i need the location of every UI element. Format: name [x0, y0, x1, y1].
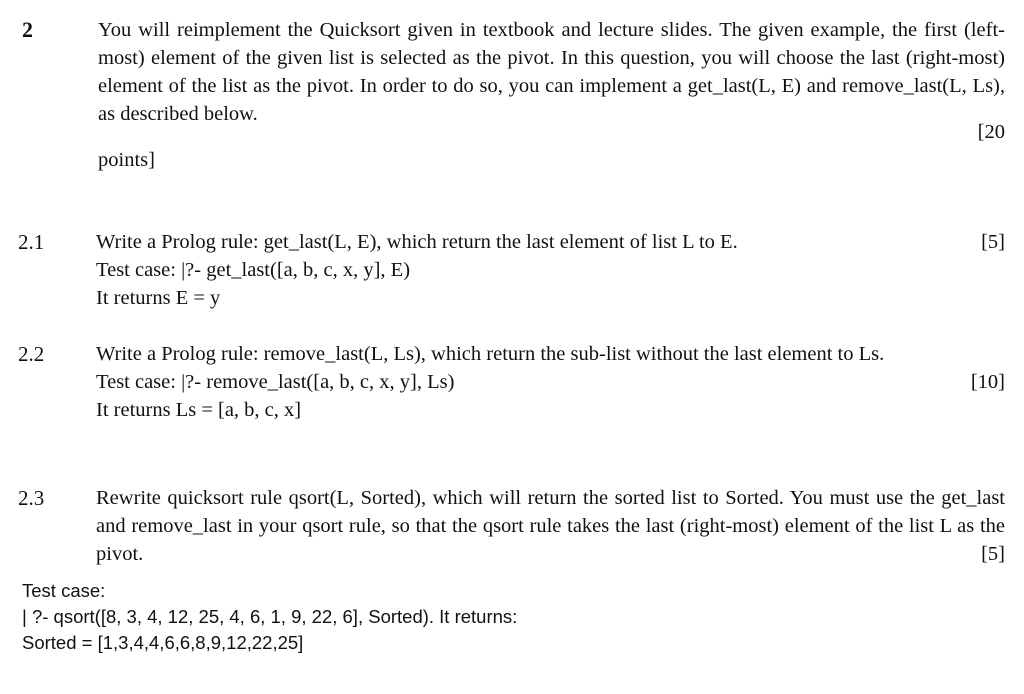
final-test-case-query: | ?- qsort([8, 3, 4, 12, 25, 4, 6, 1, 9,… — [22, 606, 518, 627]
question-2-1-prompt: Write a Prolog rule: get_last(L, E), whi… — [96, 231, 738, 253]
question-number-2-2: 2.2 — [18, 342, 45, 366]
final-test-case-result: Sorted = [1,3,4,4,6,6,8,9,12,22,25] — [22, 632, 304, 653]
question-2-body: You will reimplement the Quicksort given… — [98, 16, 1005, 128]
question-block-2-3: 2.3 Rewrite quicksort rule qsort(L, Sort… — [18, 484, 1005, 568]
question-number-2-1: 2.1 — [18, 230, 45, 254]
question-block-2-1: 2.1 Write a Prolog rule: get_last(L, E),… — [18, 228, 1005, 312]
question-2-2-prompt: Write a Prolog rule: remove_last(L, Ls),… — [96, 343, 885, 365]
question-2-points-continuation: points] — [98, 149, 155, 171]
marks-question-2-1: [5] — [981, 231, 1005, 253]
question-2-2-body: Write a Prolog rule: remove_last(L, Ls),… — [96, 340, 1005, 424]
question-number-2-3: 2.3 — [18, 486, 45, 510]
question-2-1-body: Write a Prolog rule: get_last(L, E), whi… — [96, 228, 1005, 312]
marks-question-2-3: [5] — [981, 543, 1005, 565]
question-block-2: 2 You will reimplement the Quicksort giv… — [20, 16, 1005, 128]
question-2-1-test-case: Test case: |?- get_last([a, b, c, x, y],… — [96, 259, 411, 281]
question-block-2-2: 2.2 Write a Prolog rule: remove_last(L, … — [18, 340, 1005, 424]
document-page: 2 You will reimplement the Quicksort giv… — [0, 0, 1024, 694]
final-test-case-heading: Test case: — [22, 580, 106, 601]
question-2-1-result: It returns E = y — [96, 287, 221, 309]
question-2-3-body: Rewrite quicksort rule qsort(L, Sorted),… — [96, 484, 1005, 568]
marks-question-2: [20 — [977, 121, 1005, 143]
question-2-2-test-case: Test case: |?- remove_last([a, b, c, x, … — [96, 371, 455, 393]
question-2-3-prompt: Rewrite quicksort rule qsort(L, Sorted),… — [96, 487, 1005, 565]
question-number-2: 2 — [22, 17, 33, 42]
question-2-paragraph: You will reimplement the Quicksort given… — [98, 19, 1005, 125]
marks-question-2-2: [10] — [970, 371, 1005, 393]
question-2-mark-continuation-row: points] — [20, 146, 1005, 174]
question-2-2-result: It returns Ls = [a, b, c, x] — [96, 399, 302, 421]
